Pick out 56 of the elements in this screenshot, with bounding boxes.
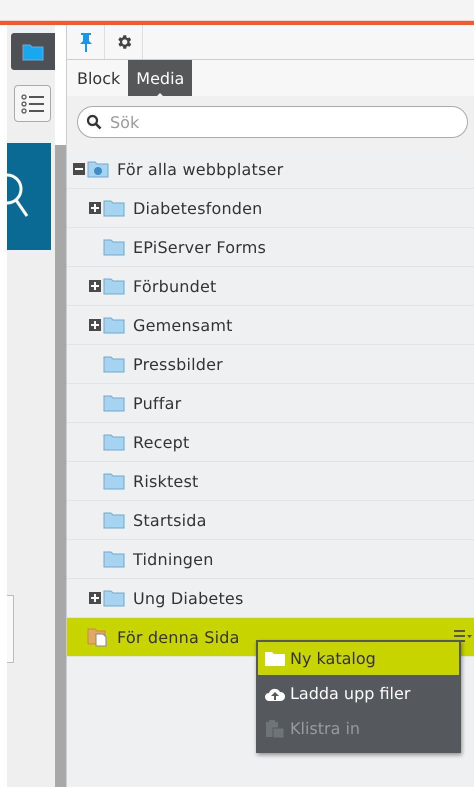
tree-item-label: Pressbilder	[133, 354, 223, 374]
tab[interactable]: Block	[69, 60, 128, 96]
tree-item-label: Startsida	[133, 510, 207, 530]
folder-icon	[103, 511, 125, 529]
tree-item-label: Gemensamt	[133, 316, 233, 334]
resize-handle[interactable]	[7, 595, 14, 663]
tree-item[interactable]: Pressbilder	[67, 345, 474, 384]
tree-item-label: Puffar	[133, 394, 182, 412]
media-panel-button[interactable]	[11, 33, 55, 70]
tree-item-label: Recept	[133, 432, 190, 452]
folder-icon	[103, 277, 125, 295]
tree-item-label: EPiServer Forms	[133, 238, 266, 256]
tree-item[interactable]: Risktest	[67, 462, 474, 501]
tree-item-label: Ung Diabetes	[133, 588, 244, 608]
tree-item[interactable]: Diabetesfonden	[67, 189, 474, 228]
pin-icon	[78, 32, 92, 52]
menu-item[interactable]: Ny katalog	[258, 642, 459, 675]
list-panel-button[interactable]	[14, 85, 51, 122]
folder-icon	[103, 355, 125, 373]
tree-item-label: Tidningen	[133, 550, 214, 568]
collapse-icon[interactable]	[73, 163, 85, 175]
folder-icon	[103, 433, 125, 451]
folder-icon	[264, 650, 286, 666]
folder-icon	[103, 550, 125, 568]
tree-item[interactable]: Recept	[67, 423, 474, 462]
page-folder-icon	[87, 627, 109, 647]
tree-item-label: Diabetesfonden	[133, 198, 263, 218]
folder-icon	[103, 238, 125, 256]
tree-item-label: För alla webbplatser	[117, 160, 284, 178]
menu-item[interactable]: Ladda upp filer	[258, 677, 459, 710]
clipboard-icon	[264, 720, 286, 738]
list-icon	[20, 94, 44, 114]
tree-item[interactable]: Startsida	[67, 501, 474, 540]
tree-item-label: Förbundet	[133, 276, 217, 296]
expand-icon[interactable]	[89, 592, 101, 604]
tree-item[interactable]: Tidningen	[67, 540, 474, 579]
expand-icon[interactable]	[89, 319, 101, 331]
folder-icon	[103, 199, 125, 217]
tree-item[interactable]: EPiServer Forms	[67, 228, 474, 267]
tree-item[interactable]: För alla webbplatser	[67, 150, 474, 189]
expand-icon[interactable]	[89, 280, 101, 292]
scrollbar[interactable]	[55, 145, 66, 787]
tree-item[interactable]: Förbundet	[67, 267, 474, 306]
expand-icon[interactable]	[89, 202, 101, 214]
globe-folder-icon	[87, 160, 109, 178]
tree-item[interactable]: Gemensamt	[67, 306, 474, 345]
folder-icon	[103, 589, 125, 607]
tree-item[interactable]: Puffar	[67, 384, 474, 423]
tree-item-label: För denna Sida	[117, 628, 240, 646]
tab[interactable]: Media	[128, 60, 192, 96]
folder-icon	[103, 316, 125, 334]
tree-item-label: Risktest	[133, 472, 198, 490]
folder-icon	[22, 42, 44, 60]
folder-icon	[103, 394, 125, 412]
search-field[interactable]: Sök	[77, 106, 468, 138]
folder-icon	[103, 472, 125, 490]
